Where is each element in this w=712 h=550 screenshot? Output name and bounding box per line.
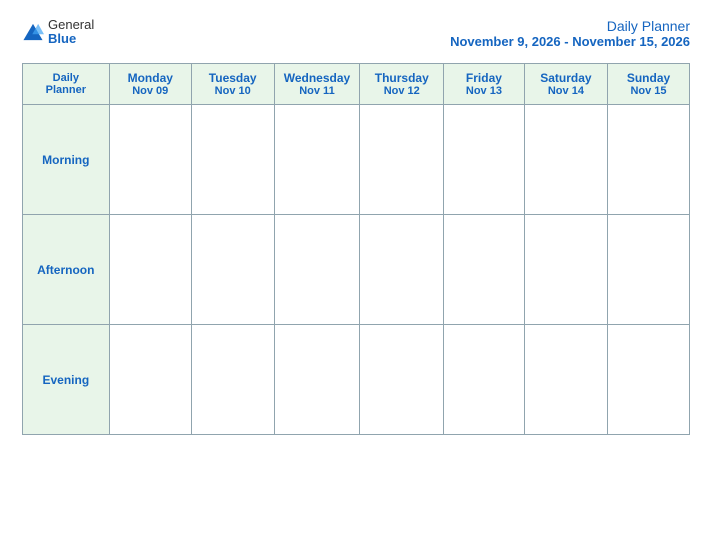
header-friday: Friday Nov 13 xyxy=(444,64,525,105)
afternoon-friday[interactable] xyxy=(444,215,525,325)
title-area: Daily Planner November 9, 2026 - Novembe… xyxy=(450,18,690,49)
header-thursday: Thursday Nov 12 xyxy=(360,64,444,105)
header-sunday: Sunday Nov 15 xyxy=(608,64,690,105)
morning-row: Morning xyxy=(23,105,690,215)
afternoon-label: Afternoon xyxy=(37,263,94,277)
header-wednesday: Wednesday Nov 11 xyxy=(274,64,360,105)
header: General Blue Daily Planner November 9, 2… xyxy=(22,18,690,49)
planner-date-range: November 9, 2026 - November 15, 2026 xyxy=(450,34,690,49)
logo-general-text: General xyxy=(48,18,94,32)
morning-saturday[interactable] xyxy=(524,105,607,215)
morning-tuesday[interactable] xyxy=(191,105,274,215)
afternoon-wednesday[interactable] xyxy=(274,215,360,325)
calendar-table: Daily Planner Monday Nov 09 Tuesday Nov … xyxy=(22,63,690,435)
evening-wednesday[interactable] xyxy=(274,325,360,435)
page: General Blue Daily Planner November 9, 2… xyxy=(0,0,712,550)
evening-friday[interactable] xyxy=(444,325,525,435)
header-daily: Daily xyxy=(29,72,103,84)
header-saturday: Saturday Nov 14 xyxy=(524,64,607,105)
afternoon-saturday[interactable] xyxy=(524,215,607,325)
morning-monday[interactable] xyxy=(109,105,191,215)
afternoon-tuesday[interactable] xyxy=(191,215,274,325)
evening-monday[interactable] xyxy=(109,325,191,435)
table-header-row: Daily Planner Monday Nov 09 Tuesday Nov … xyxy=(23,64,690,105)
morning-wednesday[interactable] xyxy=(274,105,360,215)
header-first-col: Daily Planner xyxy=(23,64,110,105)
evening-sunday[interactable] xyxy=(608,325,690,435)
morning-label-cell: Morning xyxy=(23,105,110,215)
afternoon-label-cell: Afternoon xyxy=(23,215,110,325)
afternoon-sunday[interactable] xyxy=(608,215,690,325)
evening-saturday[interactable] xyxy=(524,325,607,435)
logo-text: General Blue xyxy=(48,18,94,47)
evening-row: Evening xyxy=(23,325,690,435)
header-monday: Monday Nov 09 xyxy=(109,64,191,105)
morning-label: Morning xyxy=(42,153,89,167)
evening-label-cell: Evening xyxy=(23,325,110,435)
afternoon-monday[interactable] xyxy=(109,215,191,325)
logo-area: General Blue xyxy=(22,18,94,47)
afternoon-thursday[interactable] xyxy=(360,215,444,325)
logo-blue-text: Blue xyxy=(48,32,94,46)
morning-sunday[interactable] xyxy=(608,105,690,215)
evening-thursday[interactable] xyxy=(360,325,444,435)
header-tuesday: Tuesday Nov 10 xyxy=(191,64,274,105)
morning-thursday[interactable] xyxy=(360,105,444,215)
logo-icon xyxy=(22,21,44,43)
morning-friday[interactable] xyxy=(444,105,525,215)
afternoon-row: Afternoon xyxy=(23,215,690,325)
header-planner: Planner xyxy=(29,84,103,96)
evening-label: Evening xyxy=(42,373,89,387)
planner-title: Daily Planner xyxy=(450,18,690,34)
evening-tuesday[interactable] xyxy=(191,325,274,435)
